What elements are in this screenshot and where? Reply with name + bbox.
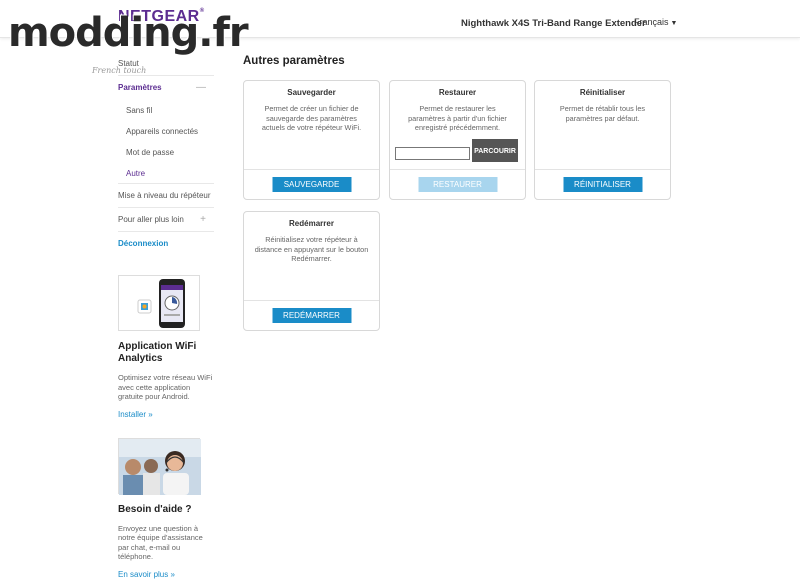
backup-card: Sauvegarder Permet de créer un fichier d…: [243, 80, 380, 200]
card-title: Redémarrer: [289, 219, 334, 228]
sidebar-item-plus-loin[interactable]: Pour aller plus loin +: [118, 208, 214, 232]
product-name: Nighthawk X4S Tri-Band Range Extender: [461, 18, 646, 29]
card-description: Permet de rétablir tous les paramètres p…: [559, 104, 646, 123]
sidebar-subitem-appareils[interactable]: Appareils connectés: [118, 121, 214, 142]
sidebar: Statut Paramètres — Sans fil Appareils co…: [118, 56, 214, 579]
expand-icon: +: [200, 214, 206, 225]
browse-button[interactable]: PARCOURIR: [472, 139, 518, 162]
help-promo-image: [118, 437, 201, 495]
phone-app-illustration: [137, 279, 185, 328]
card-description: Permet de créer un fichier de sauvegarde…: [261, 104, 362, 132]
reboot-card: Redémarrer Réinitialisez votre répéteur …: [243, 211, 380, 331]
app-promo-title: Application WiFi Analytics: [118, 341, 197, 364]
file-path-input[interactable]: [395, 147, 470, 160]
reset-button[interactable]: RÉINITIALISER: [563, 177, 642, 192]
collapse-icon: —: [196, 82, 206, 93]
language-select[interactable]: Français ▼: [634, 17, 677, 27]
sidebar-item-mise-a-niveau[interactable]: Mise à niveau du répéteur: [118, 184, 214, 208]
logout-link[interactable]: Déconnexion: [118, 232, 214, 256]
reset-card: Réinitialiser Permet de rétablir tous le…: [534, 80, 671, 200]
sidebar-subitem-mot-de-passe[interactable]: Mot de passe: [118, 142, 214, 163]
support-agents-illustration: [119, 438, 201, 495]
caret-down-icon: ▼: [670, 20, 678, 27]
restore-button[interactable]: RESTAURER: [418, 177, 497, 192]
card-footer: SAUVEGARDE: [244, 169, 379, 199]
app-promo-text: Optimisez votre réseau WiFi avec cette a…: [118, 373, 213, 401]
card-title: Restaurer: [438, 88, 477, 97]
help-promo-text: Envoyez une question à notre équipe d'as…: [118, 523, 203, 562]
backup-button[interactable]: SAUVEGARDE: [272, 177, 351, 192]
sidebar-subitem-autre[interactable]: Autre: [118, 163, 214, 184]
card-title: Réinitialiser: [579, 88, 626, 97]
watermark-tagline: French touch: [92, 66, 147, 75]
card-title: Sauvegarder: [287, 88, 336, 97]
app-promo-image: [118, 275, 200, 331]
install-link[interactable]: Installer »: [118, 410, 214, 419]
watermark-logo: modding.fr: [8, 10, 249, 56]
page-title: Autres paramètres: [243, 55, 345, 67]
card-footer: RÉINITIALISER: [535, 169, 670, 199]
sidebar-item-parametres[interactable]: Paramètres —: [118, 76, 214, 100]
restore-card: Restaurer Permet de restaurer les paramè…: [389, 80, 526, 200]
learn-more-link[interactable]: En savoir plus »: [118, 570, 214, 579]
reboot-button[interactable]: REDÉMARRER: [272, 308, 351, 323]
file-picker: PARCOURIR: [395, 139, 519, 163]
card-footer: RESTAURER: [390, 169, 525, 199]
sidebar-subitem-sans-fil[interactable]: Sans fil: [118, 100, 214, 121]
help-promo-title: Besoin d'aide ?: [118, 503, 192, 515]
card-footer: REDÉMARRER: [244, 300, 379, 330]
card-description: Réinitialisez votre répéteur à distance …: [254, 235, 369, 263]
card-description: Permet de restaurer les paramètres à par…: [408, 104, 507, 132]
